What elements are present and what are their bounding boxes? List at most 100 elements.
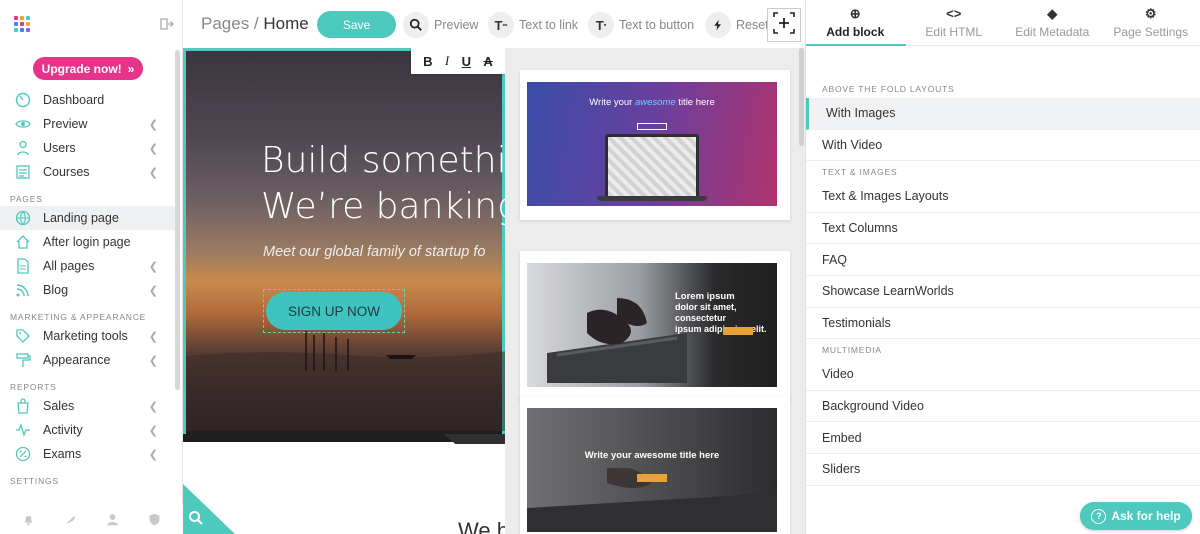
sidebar-item-exams[interactable]: Exams ❮ <box>0 442 178 466</box>
pages-icon <box>14 257 32 275</box>
bell-icon[interactable] <box>22 512 36 526</box>
search-icon[interactable] <box>188 510 204 531</box>
right-panel: ⊕ Add block <> Edit HTML ◆ Edit Metadata… <box>805 0 1200 534</box>
section-marketing: MARKETING & APPEARANCE <box>10 312 147 322</box>
tab-label: Edit Metadata <box>1015 24 1090 39</box>
block-item-with-video[interactable]: With Video <box>806 130 1200 162</box>
block-item-video[interactable]: Video <box>806 359 1200 391</box>
courses-icon <box>14 163 32 181</box>
sidebar-item-sales[interactable]: Sales ❮ <box>0 394 178 418</box>
section-settings: SETTINGS <box>10 476 59 486</box>
sidebar: Upgrade now! » Dashboard Preview ❮ Users… <box>0 0 183 534</box>
collapse-sidebar-icon[interactable] <box>158 16 174 32</box>
add-block-toggle-button[interactable] <box>767 8 801 42</box>
sign-up-now-button[interactable]: SIGN UP NOW <box>266 292 402 330</box>
save-button[interactable]: Save <box>317 11 396 38</box>
block-item-embed[interactable]: Embed <box>806 422 1200 454</box>
breadcrumb-parent[interactable]: Pages <box>201 14 249 33</box>
apps-grid-icon[interactable] <box>14 16 30 32</box>
layout-thumbnail-3[interactable]: Write your awesome title here <box>520 396 790 534</box>
sidebar-item-courses[interactable]: Courses ❮ <box>0 160 178 184</box>
sidebar-item-label: Sales <box>43 399 75 413</box>
thumbnail-orange-button <box>637 474 667 482</box>
sidebar-item-label: Dashboard <box>43 93 105 107</box>
upgrade-now-button[interactable]: Upgrade now! » <box>33 57 143 80</box>
ask-for-help-button[interactable]: ? Ask for help <box>1080 502 1192 530</box>
search-icon <box>403 12 429 38</box>
sidebar-item-preview[interactable]: Preview ❮ <box>0 112 178 136</box>
sidebar-item-label: Exams <box>43 447 82 461</box>
laptop-illustration <box>605 134 699 196</box>
shield-icon[interactable] <box>147 512 161 526</box>
block-item-faq[interactable]: FAQ <box>806 244 1200 276</box>
sidebar-item-activity[interactable]: Activity ❮ <box>0 418 178 442</box>
question-icon: ? <box>1091 508 1107 524</box>
section-heading-partial[interactable]: We h <box>458 518 505 534</box>
text-to-link-button[interactable]: T ∞ Text to link <box>488 12 578 38</box>
layout-thumbnail-1[interactable]: Write your awesome title here <box>520 70 790 220</box>
tab-edit-html[interactable]: <> Edit HTML <box>905 0 1004 45</box>
tab-page-settings[interactable]: ⚙ Page Settings <box>1102 0 1200 45</box>
text-to-button-label: Text to button <box>619 18 695 32</box>
reset-button[interactable]: Reset <box>705 12 769 38</box>
sidebar-item-label: Activity <box>43 423 83 437</box>
block-item-sliders[interactable]: Sliders <box>806 454 1200 486</box>
section-pages: PAGES <box>10 194 43 204</box>
help-label: Ask for help <box>1111 509 1181 523</box>
layout-thumbnails-panel: Write your awesome title here Lorem ipsu… <box>505 48 805 534</box>
lightning-icon <box>705 12 731 38</box>
thumbnail-title: Write your awesome title here <box>584 450 720 461</box>
strikethrough-button[interactable]: A <box>483 54 492 69</box>
block-item-background-video[interactable]: Background Video <box>806 391 1200 423</box>
sidebar-item-blog[interactable]: Blog ❮ <box>0 278 178 302</box>
sidebar-item-after-login-page[interactable]: After login page <box>0 230 178 254</box>
hands-on-keyboard-illustration <box>547 298 687 383</box>
hero-headline-line2: We’re banking <box>261 186 505 227</box>
sidebar-item-landing-page[interactable]: Landing page <box>0 206 178 230</box>
sidebar-item-label: Landing page <box>43 211 119 225</box>
breadcrumb-separator: / <box>249 14 264 33</box>
chevron-left-icon: ❮ <box>148 330 158 343</box>
breadcrumb: Pages / Home <box>201 14 309 34</box>
sidebar-scrollbar[interactable] <box>175 50 180 390</box>
hero-cta-selection: SIGN UP NOW <box>263 289 405 333</box>
tag-icon: ◆ <box>1047 5 1058 21</box>
underline-button[interactable]: U <box>462 54 471 69</box>
sidebar-item-appearance[interactable]: Appearance ❮ <box>0 348 178 372</box>
section-multimedia: MULTIMEDIA <box>822 345 882 356</box>
plus-circle-icon: ⊕ <box>849 5 861 21</box>
sidebar-item-marketing-tools[interactable]: Marketing tools ❮ <box>0 324 178 348</box>
text-to-button-button[interactable]: T ▪ Text to button <box>588 12 694 38</box>
tab-add-block[interactable]: ⊕ Add block <box>806 0 906 46</box>
hero-subtitle[interactable]: Meet our global family of startup fo <box>263 244 485 260</box>
section-text-images: TEXT & IMAGES <box>822 167 898 178</box>
block-item-with-images[interactable]: With Images <box>806 98 1200 130</box>
layout-thumbnail-2[interactable]: Lorem ipsum dolor sit amet, consectetur … <box>520 251 790 401</box>
sidebar-item-label: After login page <box>43 235 131 249</box>
hero-headline-line1: Build somethin <box>261 140 505 181</box>
user-icon[interactable] <box>105 512 119 526</box>
hero-headline[interactable]: Build somethin We’re banking <box>261 138 505 230</box>
tab-edit-metadata[interactable]: ◆ Edit Metadata <box>1003 0 1102 45</box>
feather-icon[interactable] <box>64 512 78 526</box>
chevron-left-icon: ❮ <box>148 142 158 155</box>
block-item-text-images-layouts[interactable]: Text & Images Layouts <box>806 181 1200 213</box>
sidebar-item-all-pages[interactable]: All pages ❮ <box>0 254 178 278</box>
text-to-link-label: Text to link <box>519 18 579 32</box>
thumbnail-orange-button <box>723 327 753 335</box>
thumbnails-scrollbar[interactable] <box>799 48 804 146</box>
sidebar-item-label: Appearance <box>43 353 111 367</box>
chevron-left-icon: ❮ <box>148 424 158 437</box>
preview-button[interactable]: Preview <box>403 12 478 38</box>
block-item-testimonials[interactable]: Testimonials <box>806 308 1200 340</box>
italic-button[interactable]: I <box>445 53 449 69</box>
users-icon <box>14 139 32 157</box>
editor-toolbar: Pages / Home Save Preview T ∞ Text to lin… <box>183 0 805 48</box>
bold-button[interactable]: B <box>423 54 432 69</box>
hero-section[interactable] <box>183 48 505 436</box>
chevron-left-icon: ❮ <box>148 118 158 131</box>
sidebar-item-dashboard[interactable]: Dashboard <box>0 88 178 112</box>
block-item-text-columns[interactable]: Text Columns <box>806 213 1200 245</box>
block-item-showcase[interactable]: Showcase LearnWorlds <box>806 276 1200 308</box>
sidebar-item-users[interactable]: Users ❮ <box>0 136 178 160</box>
